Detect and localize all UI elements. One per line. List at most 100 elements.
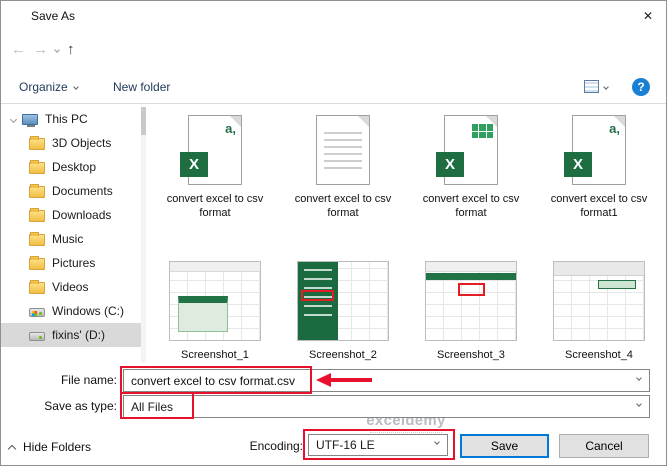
text-lines-icon (324, 132, 362, 174)
sidebar-scrollbar[interactable] (141, 107, 146, 363)
toolbar-separator (1, 103, 666, 104)
back-icon[interactable]: ← (11, 41, 26, 58)
sidebar-item-label: Videos (52, 280, 88, 294)
save-as-type-value: All Files (131, 400, 173, 414)
sidebar-item-3d-objects[interactable]: 3D Objects (1, 131, 141, 155)
annotation-arrow-line (330, 378, 372, 382)
sidebar-item-label: Windows (C:) (52, 304, 124, 318)
annotation-arrow-head (316, 373, 331, 387)
encoding-value: UTF-16 LE (316, 438, 375, 452)
navigation-pane: This PC 3D Objects Desktop Documents Dow… (1, 107, 141, 363)
sidebar-item-label: Music (52, 232, 83, 246)
sidebar-item-label: This PC (45, 112, 88, 126)
excel-x-icon: X (180, 152, 208, 177)
spreadsheet-grid-icon (472, 124, 493, 138)
folder-icon (29, 234, 45, 246)
close-icon[interactable]: ✕ (630, 1, 666, 31)
sidebar-item-pictures[interactable]: Pictures (1, 251, 141, 275)
text-file-icon (316, 115, 370, 185)
csv-mark-icon: a, (225, 121, 236, 136)
chevron-down-icon[interactable] (434, 439, 440, 445)
excel-xlsx-file-icon: X (444, 115, 498, 185)
excel-x-icon: X (436, 152, 464, 177)
thumb-ribbon (554, 262, 644, 276)
drive-icon (29, 308, 45, 317)
save-as-type-combo[interactable]: All Files (123, 395, 650, 418)
file-label: Screenshot_4 (565, 348, 633, 362)
organize-label: Organize (19, 80, 68, 94)
file-tile-excel-xlsx[interactable]: X convert excel to csv format (407, 105, 535, 251)
chevron-down-icon (73, 84, 79, 90)
file-tile-text[interactable]: convert excel to csv format (279, 105, 407, 251)
file-tile-excel-csv-1[interactable]: a, X convert excel to csv format (151, 105, 279, 251)
help-button[interactable]: ? (632, 78, 650, 96)
folder-icon (29, 162, 45, 174)
sidebar-item-label: 3D Objects (52, 136, 111, 150)
sidebar-item-windows-c[interactable]: Windows (C:) (1, 299, 141, 323)
scrollbar-thumb[interactable] (141, 107, 146, 135)
file-label: convert excel to csv format1 (548, 192, 650, 221)
save-as-dialog: Save As ✕ ← → ↑ « SOFT... › how to conve… (0, 0, 667, 466)
sidebar-item-documents[interactable]: Documents (1, 179, 141, 203)
history-chevron-icon[interactable] (54, 47, 60, 53)
sidebar-item-downloads[interactable]: Downloads (1, 203, 141, 227)
sidebar-item-label: Pictures (52, 256, 95, 270)
forward-icon[interactable]: → (33, 41, 48, 58)
sidebar-item-desktop[interactable]: Desktop (1, 155, 141, 179)
thumb-toolbar (170, 262, 260, 272)
file-name-label: File name: (1, 373, 117, 387)
pc-icon (22, 114, 38, 125)
command-toolbar: Organize New folder ? (1, 73, 666, 103)
sidebar-item-fixins-d[interactable]: fixins' (D:) (1, 323, 141, 347)
file-name-input[interactable] (131, 374, 629, 388)
encoding-combo[interactable]: UTF-16 LE (308, 434, 448, 456)
excel-x-icon: X (564, 152, 592, 177)
file-tile-screenshot-2[interactable]: Screenshot_2 (279, 251, 407, 363)
file-tile-screenshot-1[interactable]: Screenshot_1 (151, 251, 279, 363)
file-label: convert excel to csv format (420, 192, 522, 221)
csv-mark-icon: a, (609, 121, 620, 136)
encoding-label: Encoding: (221, 439, 303, 453)
folder-icon (29, 210, 45, 222)
save-as-type-label: Save as type: (1, 399, 117, 413)
file-tile-excel-csv-2[interactable]: a, X convert excel to csv format1 (535, 105, 663, 251)
hide-folders-button[interactable]: Hide Folders (9, 435, 91, 459)
folder-icon (29, 186, 45, 198)
chevron-up-icon (8, 444, 16, 452)
title-bar: Save As ✕ (1, 1, 666, 31)
file-tile-screenshot-3[interactable]: Screenshot_3 (407, 251, 535, 363)
file-list: a, X convert excel to csv format convert… (151, 105, 663, 363)
new-folder-label: New folder (113, 80, 170, 94)
folder-icon (29, 138, 45, 150)
folder-icon (29, 282, 45, 294)
thumb-red-highlight (301, 290, 334, 301)
sidebar-item-this-pc[interactable]: This PC (1, 107, 141, 131)
file-label: convert excel to csv format (164, 192, 266, 221)
file-label: Screenshot_1 (181, 348, 249, 362)
screenshot-thumbnail (553, 261, 645, 341)
chevron-expanded-icon[interactable] (10, 115, 17, 122)
drive-icon (29, 332, 45, 341)
thumb-red-highlight (458, 283, 485, 296)
save-button[interactable]: Save (460, 434, 549, 458)
new-folder-button[interactable]: New folder (113, 80, 170, 94)
chevron-down-icon[interactable] (636, 375, 642, 381)
thumb-header-row (426, 273, 516, 280)
file-name-combo[interactable] (123, 369, 650, 392)
sidebar-item-videos[interactable]: Videos (1, 275, 141, 299)
thumb-table (178, 296, 228, 332)
screenshot-thumbnail (297, 261, 389, 341)
up-icon[interactable]: ↑ (67, 41, 75, 58)
excel-csv-file-icon: a, X (572, 115, 626, 185)
file-tile-screenshot-4[interactable]: Screenshot_4 (535, 251, 663, 363)
dialog-title: Save As (31, 9, 75, 23)
chevron-down-icon (603, 84, 609, 90)
cancel-button[interactable]: Cancel (559, 434, 649, 458)
page-fold-icon (358, 116, 369, 127)
organize-button[interactable]: Organize (19, 80, 78, 94)
views-icon (584, 80, 599, 93)
sidebar-item-label: Documents (52, 184, 113, 198)
change-view-button[interactable] (584, 80, 608, 93)
sidebar-item-music[interactable]: Music (1, 227, 141, 251)
chevron-down-icon[interactable] (636, 401, 642, 407)
